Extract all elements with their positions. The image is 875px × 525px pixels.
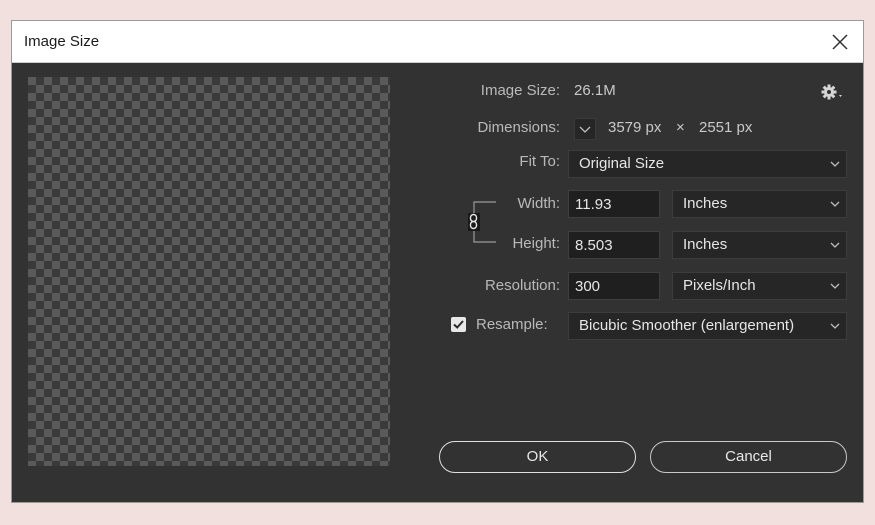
width-unit-select[interactable]: Inches xyxy=(672,190,847,218)
gear-icon xyxy=(821,84,842,100)
resample-method-value: Bicubic Smoother (enlargement) xyxy=(579,317,795,334)
dimensions-times-sign: × xyxy=(676,119,685,136)
dimensions-units-dropdown[interactable] xyxy=(574,118,596,140)
dimensions-width-value: 3579 px xyxy=(608,119,662,136)
image-size-value: 26.1M xyxy=(574,82,616,99)
width-unit-value: Inches xyxy=(683,195,728,212)
chevron-down-icon xyxy=(830,161,840,167)
link-icon xyxy=(468,213,480,231)
checkmark-icon xyxy=(453,320,464,329)
cancel-button[interactable]: Cancel xyxy=(650,441,847,473)
image-size-label: Image Size: xyxy=(480,82,560,99)
height-unit-select[interactable]: Inches xyxy=(672,231,847,259)
resolution-input[interactable] xyxy=(568,272,660,300)
fit-to-label: Fit To: xyxy=(519,153,560,170)
resolution-unit-select[interactable]: Pixels/Inch xyxy=(672,272,847,300)
chevron-down-icon xyxy=(830,201,840,207)
close-button[interactable] xyxy=(827,29,853,55)
dimensions-label: Dimensions: xyxy=(477,119,560,136)
settings-button[interactable] xyxy=(821,83,847,101)
resolution-label: Resolution: xyxy=(484,277,560,294)
constrain-proportions-link[interactable] xyxy=(468,200,496,246)
resample-label: Resample: xyxy=(476,316,548,333)
dialog-title: Image Size xyxy=(24,33,100,50)
resample-checkbox[interactable] xyxy=(451,317,466,332)
fit-to-value: Original Size xyxy=(579,155,665,172)
resample-method-select[interactable]: Bicubic Smoother (enlargement) xyxy=(568,312,847,340)
resolution-unit-value: Pixels/Inch xyxy=(683,277,756,294)
dimensions-height-value: 2551 px xyxy=(699,119,753,136)
width-label: Width: xyxy=(517,195,560,212)
height-input[interactable] xyxy=(568,231,660,259)
chevron-down-icon xyxy=(830,283,840,289)
chevron-down-icon xyxy=(830,323,840,329)
height-unit-value: Inches xyxy=(683,236,728,253)
width-input[interactable] xyxy=(568,190,660,218)
image-preview[interactable] xyxy=(28,77,390,466)
fit-to-select[interactable]: Original Size xyxy=(568,150,847,178)
height-label: Height: xyxy=(512,235,560,252)
image-size-dialog: Image Size Image Size: 26.1M Dimensions:… xyxy=(12,21,863,502)
close-icon xyxy=(832,34,848,50)
chevron-down-icon xyxy=(830,242,840,248)
ok-button[interactable]: OK xyxy=(439,441,636,473)
chevron-down-icon xyxy=(579,126,591,133)
title-bar: Image Size xyxy=(12,21,863,63)
